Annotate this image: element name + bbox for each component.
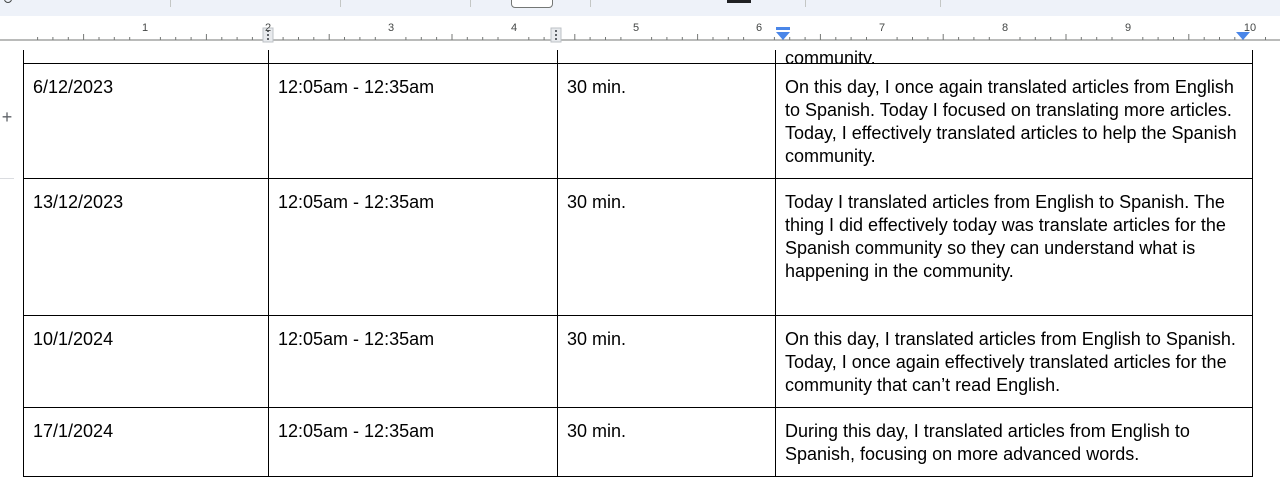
first-line-indent-marker <box>776 27 790 30</box>
description-cell[interactable]: On this day, I once again translated art… <box>775 63 1253 179</box>
toolbar-separator <box>340 0 341 7</box>
row-guide-line <box>0 178 14 179</box>
toolbar-separator <box>940 0 941 7</box>
ruler-number: 3 <box>387 22 395 34</box>
time-cell[interactable]: 12:05am - 12:35am <box>268 407 558 477</box>
add-row-plus-icon[interactable]: + <box>0 108 14 126</box>
ruler-number: 2 <box>264 22 272 34</box>
toolbar-separator <box>470 0 471 7</box>
table-row: 13/12/2023 12:05am - 12:35am 30 min. Tod… <box>23 178 1253 316</box>
table-row: 10/1/2024 12:05am - 12:35am 30 min. On t… <box>23 315 1253 408</box>
toolbar-separator <box>805 0 806 7</box>
date-cell[interactable]: 6/12/2023 <box>23 63 269 179</box>
column-marker-grip <box>267 34 269 36</box>
ruler-number: 9 <box>1124 22 1132 34</box>
toolbar-separator <box>590 0 591 7</box>
ruler-number: 6 <box>755 22 763 34</box>
description-cell[interactable]: During this day, I translated articles f… <box>775 407 1253 477</box>
duration-cell[interactable]: 30 min. <box>557 315 776 408</box>
ruler-number: 10 <box>1243 22 1257 34</box>
table-row: 6/12/2023 12:05am - 12:35am 30 min. On t… <box>23 63 1253 179</box>
ruler-number: 4 <box>510 22 518 34</box>
table-row: 17/1/2024 12:05am - 12:35am 30 min. Duri… <box>23 407 1253 477</box>
column-marker-grip <box>555 30 557 32</box>
time-cell[interactable]: 12:05am - 12:35am <box>268 315 558 408</box>
ruler-number: 7 <box>878 22 886 34</box>
ruler-number: 8 <box>1001 22 1009 34</box>
document-viewport: community. 6/12/2023 12:05am - 12:35am 3… <box>0 0 1280 498</box>
duration-cell[interactable]: 30 min. <box>557 63 776 179</box>
font-size-box[interactable] <box>511 0 553 8</box>
duration-cell[interactable]: 30 min. <box>557 407 776 477</box>
description-cell[interactable]: Today I translated articles from English… <box>775 178 1253 316</box>
toolbar-partial-icon[interactable] <box>4 0 12 3</box>
date-cell[interactable]: 17/1/2024 <box>23 407 269 477</box>
column-marker-grip <box>555 38 557 40</box>
schedule-table: community. 6/12/2023 12:05am - 12:35am 3… <box>23 22 1253 477</box>
ruler-number: 1 <box>141 22 149 34</box>
time-cell[interactable]: 12:05am - 12:35am <box>268 63 558 179</box>
column-marker-grip <box>267 38 269 40</box>
ruler-ticks <box>0 27 1280 43</box>
ruler-number: 5 <box>632 22 640 34</box>
date-cell[interactable]: 13/12/2023 <box>23 178 269 316</box>
column-marker-grip <box>555 34 557 36</box>
toolbar <box>0 0 1280 17</box>
time-cell[interactable]: 12:05am - 12:35am <box>268 178 558 316</box>
date-cell[interactable]: 10/1/2024 <box>23 315 269 408</box>
duration-cell[interactable]: 30 min. <box>557 178 776 316</box>
left-indent-marker <box>776 32 790 40</box>
description-cell[interactable]: On this day, I translated articles from … <box>775 315 1253 408</box>
text-color-indicator[interactable] <box>727 0 751 3</box>
horizontal-ruler[interactable]: 1 2 3 4 5 6 7 8 9 10 <box>0 16 1280 50</box>
toolbar-separator <box>170 0 171 7</box>
